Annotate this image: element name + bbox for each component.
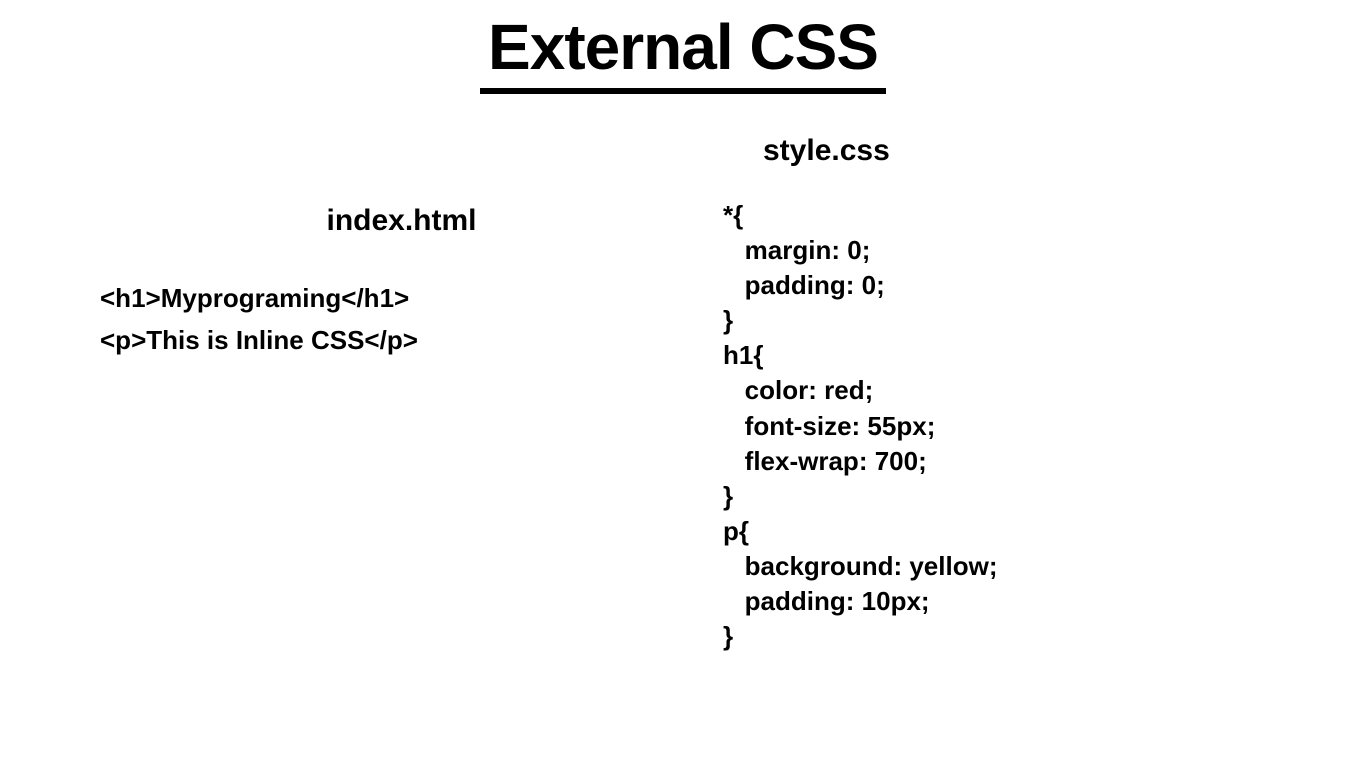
css-code-line-3: padding: 0;: [723, 268, 1266, 303]
css-code-line-2: margin: 0;: [723, 233, 1266, 268]
css-code-line-1: *{: [723, 198, 1266, 233]
css-code-line-9: flex-wrap: 700;: [723, 444, 1266, 479]
css-code-line-10: }: [723, 479, 1266, 514]
css-code-line-4: }: [723, 303, 1266, 338]
css-code-line-8: font-size: 55px;: [723, 409, 1266, 444]
css-code-line-12: background: yellow;: [723, 549, 1266, 584]
content-area: index.html <h1>Myprograming</h1> <p>This…: [0, 94, 1366, 654]
css-code-line-6: h1{: [723, 338, 1266, 373]
html-code-line-2: <p>This is Inline CSS</p>: [100, 320, 683, 362]
left-panel: index.html <h1>Myprograming</h1> <p>This…: [100, 134, 683, 654]
css-filename: style.css: [723, 134, 1266, 168]
html-filename: index.html: [100, 204, 683, 238]
css-code-line-13: padding: 10px;: [723, 584, 1266, 619]
css-code-line-11: p{: [723, 514, 1266, 549]
css-code-line-14: }: [723, 619, 1266, 654]
page-title: External CSS: [480, 10, 886, 94]
right-panel: style.css *{ margin: 0; padding: 0; } h1…: [683, 134, 1266, 654]
html-code-line-1: <h1>Myprograming</h1>: [100, 278, 683, 320]
css-code-line-7: color: red;: [723, 373, 1266, 408]
